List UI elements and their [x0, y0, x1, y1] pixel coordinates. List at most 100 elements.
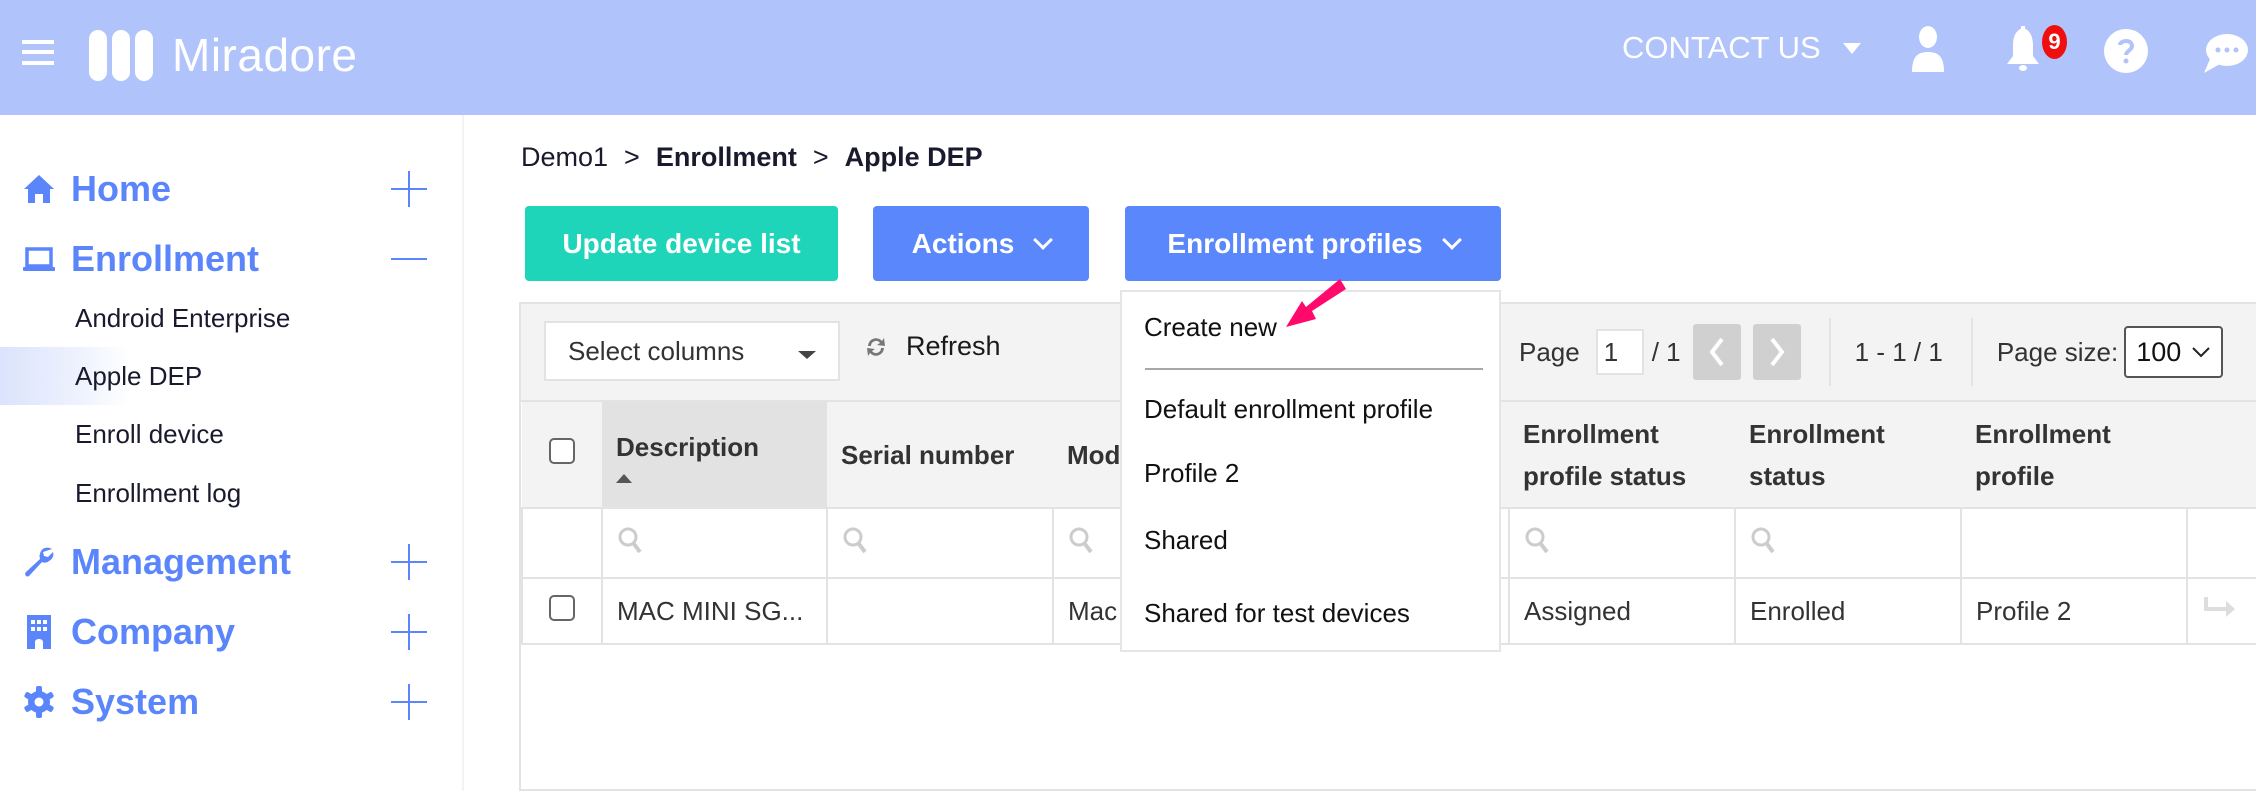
contact-us-label: CONTACT US	[1622, 30, 1821, 65]
chevron-right-icon	[1770, 337, 1785, 367]
sidebar-subitem-apple-dep[interactable]: Apple DEP	[0, 347, 462, 405]
select-columns-label: Select columns	[568, 335, 745, 366]
search-icon	[1525, 527, 1549, 553]
logo[interactable]: Miradore	[89, 28, 358, 82]
breadcrumb-separator: >	[624, 142, 640, 172]
sidebar-item-label: Management	[71, 541, 292, 582]
search-icon	[843, 527, 867, 553]
sidebar-divider	[462, 115, 464, 791]
expand-plus-icon[interactable]	[391, 614, 427, 650]
breadcrumb-item[interactable]: Enrollment	[656, 142, 797, 173]
menu-item-profile[interactable]: Default enrollment profile	[1144, 394, 1433, 425]
next-page-button[interactable]	[1752, 324, 1801, 380]
toolbar-divider	[1970, 318, 1973, 386]
filter-cell	[1960, 507, 2188, 579]
refresh-label: Refresh	[906, 331, 1001, 361]
breadcrumb-item[interactable]: Demo1	[521, 142, 608, 173]
brand-name: Miradore	[172, 29, 358, 81]
filter-cell	[2186, 507, 2256, 579]
logo-mark-icon	[89, 29, 153, 81]
column-header-label: profile status	[1523, 460, 1687, 491]
button-label: Actions	[911, 227, 1015, 259]
menu-item-profile[interactable]: Profile 2	[1144, 458, 1239, 489]
select-columns-dropdown[interactable]: Select columns	[544, 321, 840, 381]
sidebar-item-home[interactable]: Home	[0, 162, 462, 216]
expand-plus-icon[interactable]	[391, 171, 427, 207]
sidebar-subitem-label: Android Enterprise	[75, 302, 291, 333]
refresh-button[interactable]: Refresh	[864, 331, 1001, 362]
row-action-cell	[2186, 577, 2256, 645]
sidebar-item-label: Home	[71, 168, 172, 209]
column-header-description[interactable]: Description	[602, 402, 827, 508]
help-question-icon[interactable]	[2103, 28, 2149, 74]
row-checkbox[interactable]	[549, 594, 575, 621]
sidebar-item-management[interactable]: Management	[0, 535, 462, 589]
annotation-arrow-icon	[1286, 279, 1346, 327]
breadcrumb-separator: >	[812, 142, 829, 172]
menu-item-profile[interactable]: Shared	[1144, 525, 1228, 556]
filter-description[interactable]	[601, 507, 828, 579]
column-header-enrollment-status[interactable]: Enrollment status	[1735, 402, 1961, 508]
menu-item-profile[interactable]: Shared for test devices	[1144, 598, 1410, 629]
hamburger-menu-icon[interactable]	[22, 38, 56, 66]
home-icon	[24, 175, 54, 203]
enrollment-profiles-dropdown-button[interactable]: Enrollment profiles	[1125, 206, 1501, 281]
refresh-icon	[867, 337, 885, 356]
previous-page-button[interactable]	[1692, 324, 1741, 380]
row-select-cell	[521, 577, 603, 645]
column-header-label: Enrollment	[1523, 418, 1659, 449]
select-all-checkbox[interactable]	[549, 437, 575, 464]
column-header-label: Serial number	[841, 439, 1015, 470]
filter-enrollment-status[interactable]	[1734, 507, 1962, 579]
wrench-icon	[25, 547, 54, 577]
cell-serial-number	[826, 577, 1054, 645]
menu-divider	[1145, 368, 1483, 370]
search-icon	[618, 527, 642, 553]
expand-plus-icon[interactable]	[391, 684, 427, 720]
cell-enrollment-status: Enrolled	[1734, 577, 1962, 645]
user-icon[interactable]	[1910, 26, 1946, 72]
sidebar-subitem-label: Enroll device	[75, 418, 224, 449]
menu-item-create-new[interactable]: Create new	[1144, 312, 1277, 343]
sidebar-item-enrollment[interactable]: Enrollment	[0, 232, 462, 286]
column-header-enrollment-profile[interactable]: Enrollment profile	[1961, 402, 2187, 508]
bell-icon[interactable]	[2005, 26, 2041, 74]
column-header-enrollment-profile-status[interactable]: Enrollment profile status	[1509, 402, 1735, 508]
chevron-down-icon	[1033, 229, 1054, 250]
sidebar-subitem-android-enterprise[interactable]: Android Enterprise	[0, 289, 462, 347]
update-device-list-button[interactable]: Update device list	[525, 206, 838, 281]
actions-dropdown-button[interactable]: Actions	[873, 206, 1089, 281]
forward-arrow-icon[interactable]	[2202, 595, 2238, 621]
record-range: 1 - 1 / 1	[1854, 336, 1943, 367]
sidebar-subitem-enrollment-log[interactable]: Enrollment log	[0, 464, 462, 522]
page-total: / 1	[1651, 336, 1681, 367]
chevron-down-icon	[2192, 347, 2210, 358]
caret-down-icon	[798, 351, 816, 359]
filter-enrollment-profile-status[interactable]	[1508, 507, 1736, 579]
breadcrumb-current: Apple DEP	[844, 142, 983, 172]
button-label: Enrollment profiles	[1167, 227, 1423, 259]
cell-enrollment-profile: Profile 2	[1960, 577, 2188, 645]
contact-us-dropdown[interactable]: CONTACT US	[1622, 30, 1861, 66]
expand-plus-icon[interactable]	[391, 544, 427, 580]
column-header-label: Mod	[1067, 439, 1121, 470]
chat-bubble-icon[interactable]	[2202, 33, 2248, 73]
enrollment-profiles-menu: Create new Default enrollment profile Pr…	[1120, 290, 1501, 652]
collapse-minus-icon[interactable]	[391, 241, 427, 277]
laptop-icon	[23, 247, 55, 271]
notification-badge: 9	[2042, 25, 2067, 59]
column-header-label: status	[1749, 460, 1826, 491]
sidebar-item-company[interactable]: Company	[0, 605, 462, 659]
column-header-serial-number[interactable]: Serial number	[827, 402, 1053, 508]
filter-serial-number[interactable]	[826, 507, 1054, 579]
sidebar-subitem-label: Apple DEP	[75, 360, 203, 391]
sidebar-item-system[interactable]: System	[0, 675, 462, 729]
search-icon	[1751, 527, 1775, 553]
sidebar-subitem-label: Enrollment log	[75, 477, 242, 508]
page-number-input[interactable]: 1	[1595, 329, 1644, 375]
sidebar-subitem-enroll-device[interactable]: Enroll device	[0, 405, 462, 463]
button-label: Update device list	[562, 227, 801, 259]
column-header-label: profile	[1975, 460, 2055, 491]
page-size-select[interactable]: 100	[2124, 326, 2224, 378]
building-icon	[27, 615, 51, 649]
